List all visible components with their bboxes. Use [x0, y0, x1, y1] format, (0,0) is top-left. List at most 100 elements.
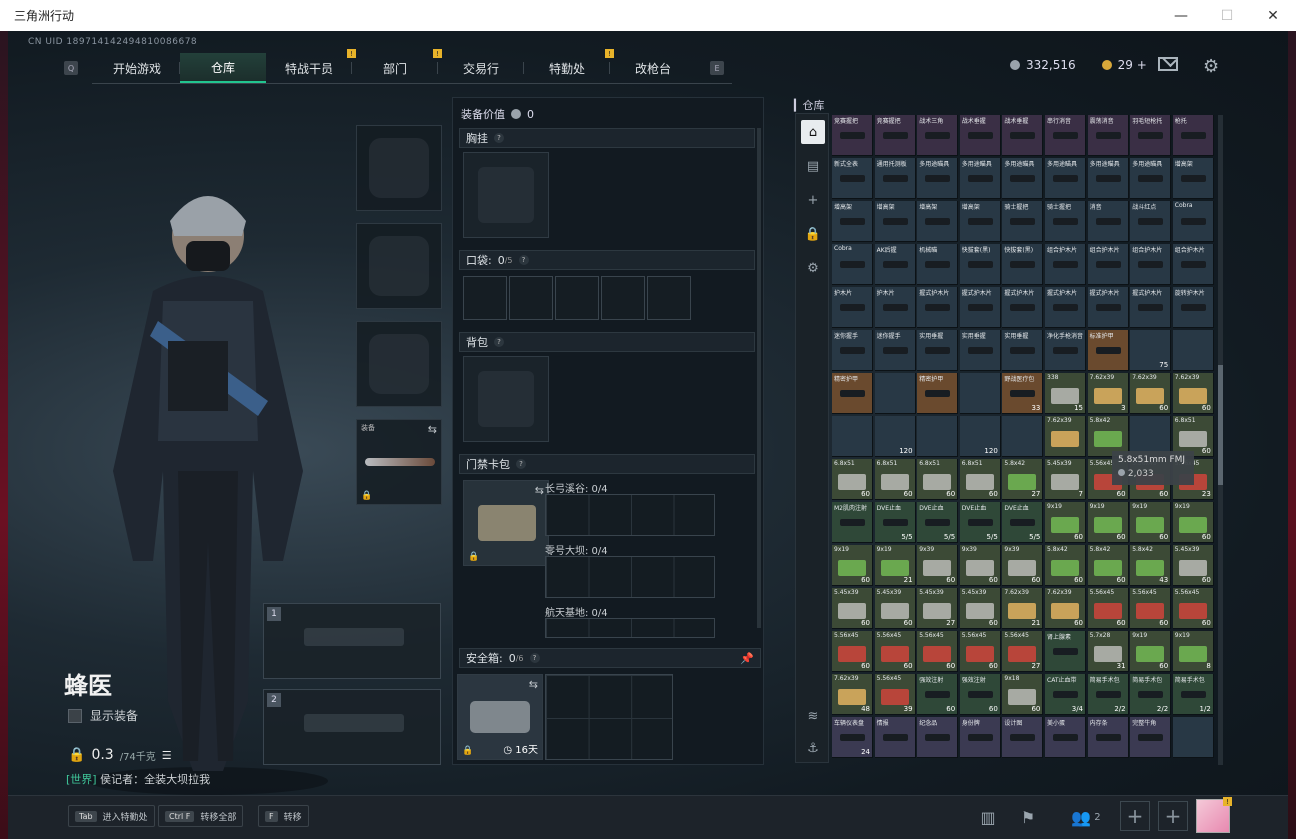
stash-item[interactable]: 竞赛握把: [874, 115, 916, 156]
stash-item[interactable]: DVE止血 5/5: [917, 502, 959, 543]
stash-item[interactable]: 野战医疗包 33: [1002, 373, 1044, 414]
tab-4[interactable]: 交易行: [438, 53, 524, 83]
stash-item[interactable]: 简易手术包 1/2: [1172, 674, 1214, 715]
stash-item[interactable]: 多用途瞄具: [1002, 158, 1044, 199]
stash-item[interactable]: Cobra: [832, 244, 873, 285]
stash-item[interactable]: 强效注射 60: [917, 674, 959, 715]
stash-item[interactable]: 净化手枪消音: [1045, 330, 1086, 371]
stash-item[interactable]: 9x39 60: [959, 545, 1001, 586]
pocket-slot[interactable]: [647, 276, 691, 320]
stash-item[interactable]: Cobra: [1172, 201, 1214, 242]
stash-item[interactable]: 多用途瞄具: [1087, 158, 1129, 199]
stash-item[interactable]: 9x19 21: [874, 545, 916, 586]
stash-item[interactable]: 7.62x39 60: [1045, 588, 1086, 629]
stash-item[interactable]: 5.8x42 60: [1087, 545, 1129, 586]
pocket-slot[interactable]: [555, 276, 599, 320]
stash-item[interactable]: 9x19 60: [1130, 631, 1172, 672]
stash-item[interactable]: CAT止血带 3/4: [1045, 674, 1086, 715]
swap-icon[interactable]: ⇆: [529, 678, 538, 691]
stash-item[interactable]: 组合护木片: [1087, 244, 1129, 285]
swap-icon[interactable]: ⇆: [428, 423, 437, 436]
stash-tab-icon[interactable]: ▤: [801, 154, 825, 178]
stash-item[interactable]: 羽毛短枪托: [1130, 115, 1172, 156]
safe-box-slot[interactable]: ⇆ 🔒 ◷ 16天: [457, 674, 543, 760]
stash-item[interactable]: 骑士握把: [1045, 201, 1086, 242]
stash-item[interactable]: 5.7x28 31: [1087, 631, 1129, 672]
list-icon[interactable]: ☰: [162, 749, 172, 762]
melee-slot[interactable]: 装备 ⇆ 🔒: [356, 419, 442, 505]
pin-icon[interactable]: 📌: [740, 652, 754, 665]
stash-item[interactable]: 快拔套(黑): [1002, 244, 1044, 285]
currency-display[interactable]: 332,516 29 +: [1010, 58, 1147, 72]
stash-item[interactable]: 5.45x39 27: [917, 588, 959, 629]
pistol-slot[interactable]: [356, 321, 442, 407]
keycard-grid[interactable]: [545, 494, 715, 536]
stash-item[interactable]: 快拔套(黑): [959, 244, 1001, 285]
enter-special-ops-button[interactable]: Tab 进入特勤处: [68, 805, 155, 827]
armor-slot[interactable]: [356, 223, 442, 309]
stash-item[interactable]: [874, 373, 916, 414]
stash-item[interactable]: 车辆仪表盘 24: [832, 717, 873, 758]
token-balance[interactable]: 29 +: [1118, 58, 1147, 72]
stash-item[interactable]: 5.56x45 60: [832, 631, 873, 672]
stash-item[interactable]: 7.62x39 48: [832, 674, 873, 715]
stash-item[interactable]: 5.45x39 60: [1172, 545, 1214, 586]
stash-item[interactable]: 增高架: [874, 201, 916, 242]
swap-icon[interactable]: ⇆: [535, 484, 544, 497]
stash-item[interactable]: 120: [874, 416, 916, 457]
stash-item[interactable]: 骑士握把: [1002, 201, 1044, 242]
stash-item[interactable]: 多用途瞄具: [1045, 158, 1086, 199]
stash-item[interactable]: 120: [959, 416, 1001, 457]
minimize-button[interactable]: —: [1158, 0, 1204, 31]
pocket-slot[interactable]: [509, 276, 553, 320]
transfer-button[interactable]: F 转移: [258, 805, 309, 827]
stash-item[interactable]: 竞赛握把: [832, 115, 873, 156]
stash-item[interactable]: 迷你握手: [874, 330, 916, 371]
layers-icon[interactable]: ≋: [801, 704, 825, 728]
stash-item[interactable]: 战术三角: [917, 115, 959, 156]
show-equipment-checkbox[interactable]: [68, 708, 82, 723]
stash-item[interactable]: 内存条: [1087, 717, 1129, 758]
stash-item[interactable]: 肾上腺素: [1045, 631, 1086, 672]
stash-item[interactable]: 强效注射 60: [959, 674, 1001, 715]
stash-item[interactable]: 组合护木片: [1045, 244, 1086, 285]
stash-item[interactable]: 消音: [1087, 201, 1129, 242]
stash-scroll-thumb[interactable]: [1218, 365, 1223, 485]
stash-item[interactable]: 9x19 60: [1087, 502, 1129, 543]
stash-item[interactable]: 简易手术包 2/2: [1130, 674, 1172, 715]
stash-item[interactable]: 多用途瞄具: [917, 158, 959, 199]
stash-item[interactable]: 通用托测板: [874, 158, 916, 199]
stash-item[interactable]: 实用垂握: [959, 330, 1001, 371]
friends-button[interactable]: 👥 2: [1066, 804, 1106, 830]
stash-item[interactable]: 7.62x39: [1045, 416, 1086, 457]
stash-item[interactable]: 组合护木片: [1130, 244, 1172, 285]
stash-item[interactable]: 标准护甲: [1087, 330, 1129, 371]
stash-item[interactable]: [1002, 416, 1044, 457]
stash-item[interactable]: 多用途瞄具: [959, 158, 1001, 199]
tab-2[interactable]: 特战干员!: [266, 49, 356, 83]
tab-3[interactable]: 部门!: [352, 49, 442, 83]
flag-icon[interactable]: ⚑: [1014, 804, 1042, 830]
stash-item[interactable]: 6.8x51 60: [832, 459, 873, 500]
stash-item[interactable]: 5.56x45 60: [917, 631, 959, 672]
stash-item[interactable]: 7.62x39 3: [1087, 373, 1129, 414]
stash-item[interactable]: 7.62x39 60: [1130, 373, 1172, 414]
stash-item[interactable]: 迷你握手: [832, 330, 873, 371]
stash-item[interactable]: 7.62x39 21: [1002, 588, 1044, 629]
avatar[interactable]: !: [1196, 797, 1232, 833]
backpack-slot[interactable]: [463, 356, 549, 442]
stash-item[interactable]: 新式全表: [832, 158, 873, 199]
help-icon[interactable]: ?: [516, 459, 526, 469]
stash-item[interactable]: 组合护木片: [1172, 244, 1214, 285]
stash-item[interactable]: 机械瞄: [917, 244, 959, 285]
transfer-all-button[interactable]: Ctrl F 转移全部: [158, 805, 244, 827]
keycard-case-slot[interactable]: ⇆ 🔒: [463, 480, 549, 566]
stash-item[interactable]: 75: [1130, 330, 1172, 371]
stash-item[interactable]: DVE止血 5/5: [959, 502, 1001, 543]
stash-item[interactable]: 9x19 60: [832, 545, 873, 586]
stash-item[interactable]: 精密护甲: [832, 373, 873, 414]
stash-scrollbar[interactable]: [1218, 115, 1223, 765]
tab-1[interactable]: 仓库: [180, 53, 266, 83]
tab-5[interactable]: 特勤处!: [524, 49, 614, 83]
stash-item[interactable]: 5.56x45 39: [874, 674, 916, 715]
